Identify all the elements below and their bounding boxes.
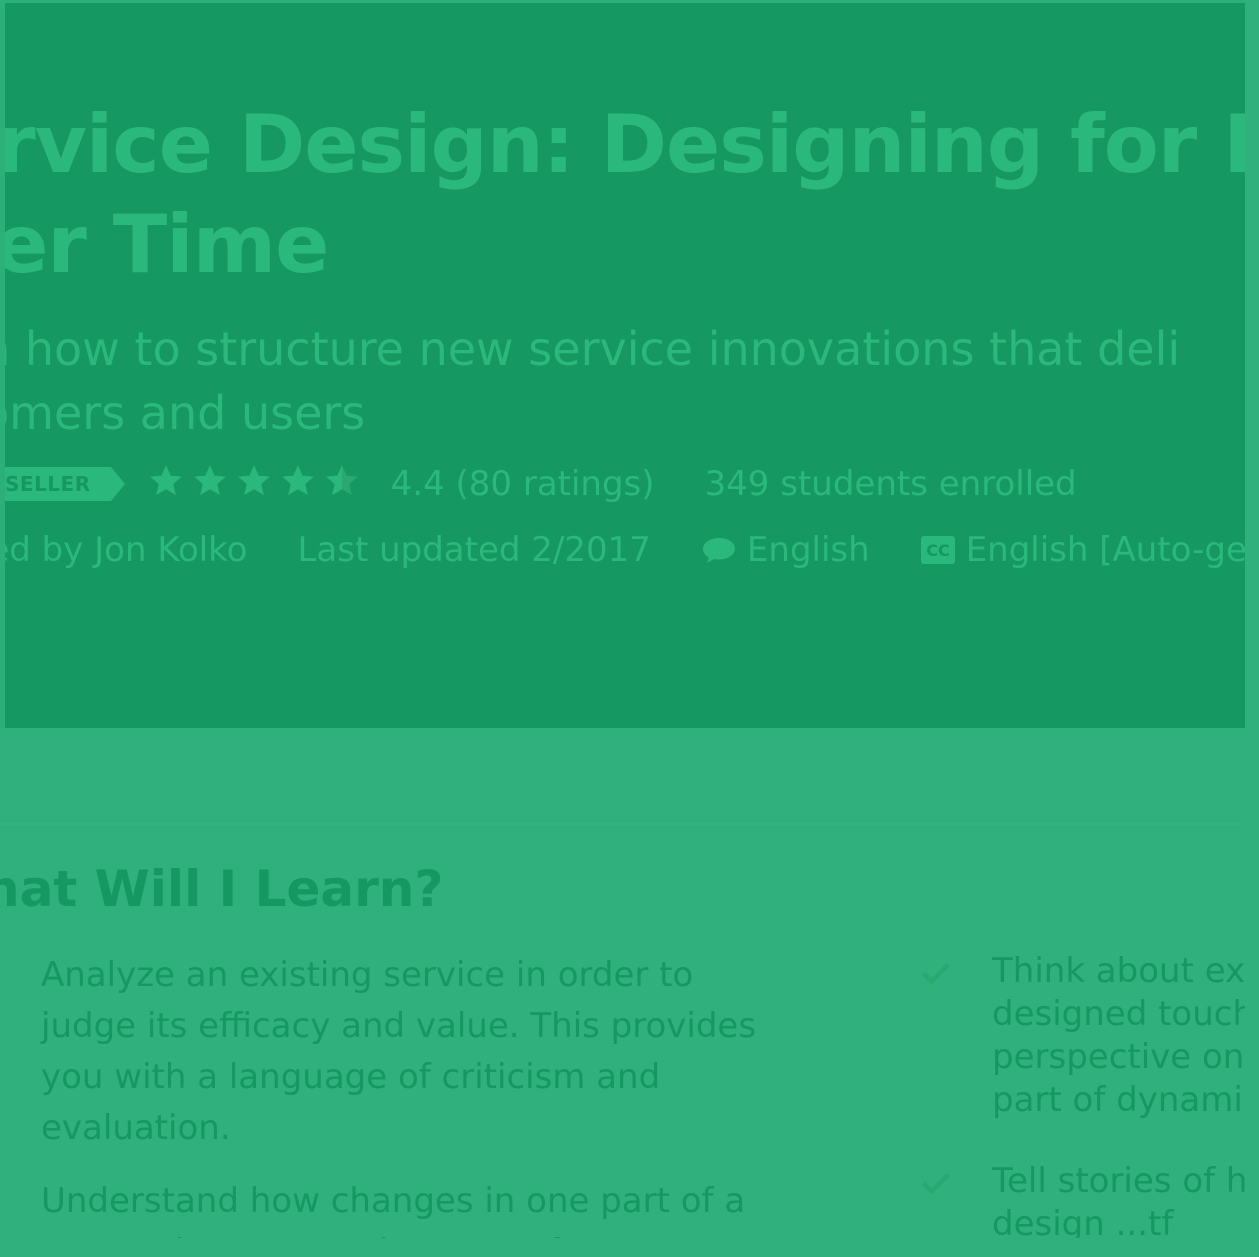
course-rating-row: SELLER 4.4 (80 ratings) 349 students enr… xyxy=(5,461,1077,507)
course-landing-page: ervice Design: Designing for Ex ver Time… xyxy=(0,0,1259,1257)
learn-item-line: perspective on xyxy=(992,1037,1245,1077)
last-updated: Last updated 2/2017 xyxy=(297,530,650,570)
course-title-line-1: ervice Design: Designing for Ex xyxy=(0,98,1245,191)
course-info-row: ted by Jon Kolko Last updated 2/2017 Eng… xyxy=(0,527,1245,573)
learn-item-text: Think about ex designed touch perspectiv… xyxy=(992,950,1254,1122)
language-text: English xyxy=(746,530,870,570)
learn-item-line: Tell stories of h xyxy=(992,1161,1248,1201)
course-captions: CC English [Auto-ge xyxy=(920,530,1245,570)
learn-item-line: Think about ex xyxy=(992,951,1246,991)
bestseller-badge: SELLER xyxy=(5,467,125,501)
rating-text[interactable]: 4.4 (80 ratings) xyxy=(391,464,655,504)
learn-item: Think about ex designed touch perspectiv… xyxy=(918,950,1259,1122)
checkmark-icon xyxy=(922,1173,950,1195)
learn-item-line: part of dynami xyxy=(992,1080,1243,1120)
instructor-credit[interactable]: ted by Jon Kolko xyxy=(0,530,248,570)
course-subtitle-line-2: tomers and users xyxy=(0,386,366,440)
instructor-text: ted by Jon Kolko xyxy=(0,530,248,570)
learn-item: Analyze an existing service in order to … xyxy=(41,955,757,1148)
learn-list-left: Analyze an existing service in order to … xyxy=(41,950,761,1257)
learn-item-line: designed touch xyxy=(992,994,1255,1034)
course-subtitle-line-1: rn how to structure new service innovati… xyxy=(0,322,1181,376)
section-divider xyxy=(0,823,1259,825)
what-will-i-learn-heading: hat Will I Learn? xyxy=(0,860,444,918)
checkmark-icon xyxy=(922,963,950,985)
svg-text:CC: CC xyxy=(926,541,949,560)
rating-stars[interactable] xyxy=(147,462,367,506)
enrolled-count: 349 students enrolled xyxy=(704,464,1077,504)
course-hero-banner: ervice Design: Designing for Ex ver Time… xyxy=(0,0,1245,728)
last-updated-text: Last updated 2/2017 xyxy=(297,530,651,570)
star-icon xyxy=(191,462,235,506)
learn-list-right: Think about ex designed touch perspectiv… xyxy=(918,950,1259,1257)
course-title: ervice Design: Designing for Ex ver Time xyxy=(0,95,1245,295)
learn-item: Tell stories of h design ...tf xyxy=(918,1160,1259,1246)
learn-item-text: Tell stories of h design ...tf xyxy=(992,1160,1247,1246)
star-icon xyxy=(279,462,323,506)
half-star-icon xyxy=(323,462,367,506)
captions-text: English [Auto-ge xyxy=(965,530,1245,570)
viewport-right-edge xyxy=(1245,0,1259,1257)
star-icon xyxy=(147,462,191,506)
speech-bubble-icon xyxy=(701,534,737,566)
course-title-line-2: ver Time xyxy=(0,198,329,291)
course-language: English xyxy=(701,530,870,570)
closed-captions-icon: CC xyxy=(920,535,956,565)
course-subtitle: rn how to structure new service innovati… xyxy=(0,317,1181,445)
viewport-bottom-edge xyxy=(0,1238,1259,1257)
star-icon xyxy=(235,462,279,506)
